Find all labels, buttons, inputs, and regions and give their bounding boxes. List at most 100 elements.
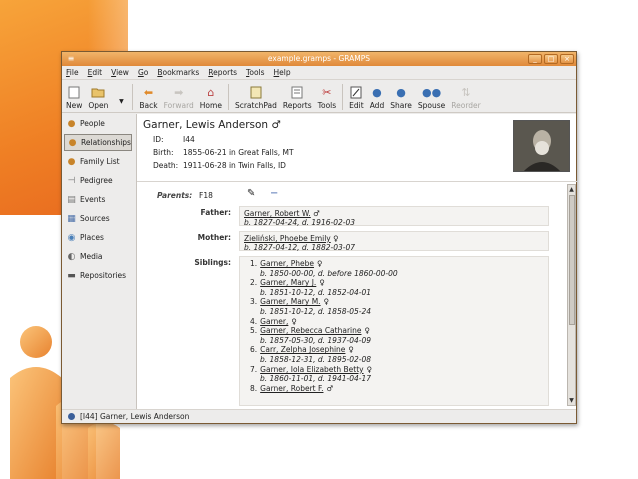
- id-label: ID:: [153, 135, 164, 144]
- open-dropdown-button[interactable]: ▼: [114, 94, 128, 110]
- vertical-scrollbar[interactable]: ▲ ▼: [567, 184, 576, 406]
- open-button[interactable]: Open: [88, 85, 108, 110]
- father-box[interactable]: Garner, Robert W. ♂ b. 1827-04-24, d. 19…: [239, 206, 549, 227]
- sibling-dates: b. 1858-12-31, d. 1895-02-08: [260, 354, 371, 364]
- sibling-number: 4.: [250, 316, 258, 326]
- places-icon: ◉: [67, 232, 76, 243]
- scrollbar-thumb[interactable]: [569, 195, 575, 325]
- sibling-name-link[interactable]: Carr, Zelpha Josephine: [260, 345, 345, 354]
- status-text: [I44] Garner, Lewis Anderson: [80, 412, 190, 421]
- sibling-number: 7.: [250, 364, 258, 374]
- remove-family-icon[interactable]: −: [270, 188, 278, 199]
- person-photo[interactable]: [513, 120, 570, 172]
- sibling-number: 1.: [250, 259, 258, 268]
- reorder-icon: ⇅: [461, 85, 471, 99]
- window-title: example.gramps - GRAMPS: [267, 54, 371, 63]
- sibling-dates: b. 1860-11-01, d. 1941-04-17: [260, 374, 371, 384]
- mother-box[interactable]: Zieliński, Phoebe Emily ♀ b. 1827-04-12,…: [239, 231, 549, 252]
- tools-button[interactable]: ✂ Tools: [318, 85, 336, 111]
- sibling-entry: 6. Carr, Zelpha Josephine ♀: [244, 345, 544, 355]
- spouse-button[interactable]: ●● Spouse: [418, 85, 445, 111]
- male-icon: ♂: [313, 209, 320, 218]
- female-icon: ♀: [333, 234, 339, 243]
- relationships-icon: ●: [68, 137, 77, 148]
- reorder-button[interactable]: ⇅ Reorder: [451, 85, 481, 111]
- parents-label: Parents:: [157, 191, 193, 200]
- edit-icon: [349, 85, 363, 99]
- scratchpad-button[interactable]: ScratchPad: [235, 85, 277, 110]
- sidebar-item-relationships[interactable]: ● Relationships: [64, 134, 132, 151]
- share-button[interactable]: ● Share: [390, 85, 412, 111]
- home-button[interactable]: ⌂ Home: [200, 85, 222, 111]
- add-button[interactable]: ● Add: [370, 85, 385, 111]
- events-icon: ▤: [67, 194, 76, 205]
- scratchpad-icon: [249, 85, 263, 99]
- new-button[interactable]: New: [66, 85, 82, 110]
- sibling-name-link[interactable]: Garner, Phebe: [260, 259, 314, 268]
- person-summary: ID: I44 Birth: 1855-06-21 in Great Falls…: [143, 133, 503, 177]
- menu-tools[interactable]: Tools: [246, 68, 264, 77]
- menu-file[interactable]: File: [66, 68, 79, 77]
- menu-help[interactable]: Help: [274, 68, 291, 77]
- sibling-number: 8.: [250, 383, 258, 393]
- sibling-name-link[interactable]: Garner, Robert F.: [260, 384, 323, 393]
- sidebar-item-events[interactable]: ▤ Events: [62, 190, 134, 209]
- menu-edit[interactable]: Edit: [88, 68, 103, 77]
- sibling-name-link[interactable]: Garner, Iola Elizabeth Betty: [260, 365, 363, 374]
- sidebar-item-repositories[interactable]: ▬ Repositories: [62, 266, 134, 285]
- sidebar-item-pedigree[interactable]: ⊣ Pedigree: [62, 171, 134, 190]
- menu-bookmarks[interactable]: Bookmarks: [157, 68, 199, 77]
- sidebar-item-family-list[interactable]: ● Family List: [62, 152, 134, 171]
- edit-family-icon[interactable]: ✎: [247, 188, 255, 199]
- toolbar: New Open ▼ ⬅ Back ➡ Forward ⌂ Home Scrat…: [62, 80, 576, 113]
- sibling-dates: b. 1857-05-30, d. 1937-04-09: [260, 335, 371, 345]
- chevron-down-icon: ▼: [119, 97, 124, 105]
- sibling-dates: b. 1850-00-00, d. before 1860-00-00: [260, 268, 398, 278]
- menu-reports[interactable]: Reports: [208, 68, 237, 77]
- minimize-button[interactable]: _: [528, 54, 542, 64]
- siblings-label: Siblings:: [194, 258, 231, 267]
- status-bar: [I44] Garner, Lewis Anderson: [62, 409, 576, 423]
- scroll-down-icon[interactable]: ▼: [568, 396, 575, 405]
- sibling-name-link[interactable]: Garner, Rebecca Catharine: [260, 326, 361, 335]
- sibling-name-link[interactable]: Garner,: [260, 317, 288, 326]
- sibling-entry: 8. Garner, Robert F. ♂: [244, 384, 544, 394]
- sibling-name-link[interactable]: Garner, Mary M.: [260, 297, 320, 306]
- parents-family-id: F18: [199, 191, 213, 200]
- sibling-entry: 3. Garner, Mary M. ♀: [244, 297, 544, 307]
- siblings-box: 1. Garner, Phebe ♀ b. 1850-00-00, d. before…: [239, 256, 549, 406]
- menu-view[interactable]: View: [111, 68, 129, 77]
- sources-icon: ▦: [67, 213, 76, 224]
- sibling-sex-icon: ♀: [319, 278, 325, 288]
- maximize-button[interactable]: □: [544, 54, 558, 64]
- father-name-link[interactable]: Garner, Robert W.: [244, 209, 311, 218]
- active-person-name[interactable]: Garner, Lewis Anderson ♂: [143, 119, 281, 131]
- reports-icon: [290, 85, 304, 99]
- sibling-number: 2.: [250, 278, 258, 288]
- sibling-entry: 4. Garner, ♀: [244, 317, 544, 327]
- sibling-sex-icon: ♀: [317, 259, 323, 268]
- reports-button[interactable]: Reports: [283, 85, 312, 110]
- edit-button[interactable]: Edit: [349, 85, 364, 110]
- sibling-name-link[interactable]: Garner, Mary J.: [260, 278, 316, 287]
- sibling-number: 6.: [250, 345, 258, 355]
- mother-dates: b. 1827-04-12, d. 1882-03-07: [244, 243, 355, 252]
- sidebar-item-places[interactable]: ◉ Places: [62, 228, 134, 247]
- sidebar-item-sources[interactable]: ▦ Sources: [62, 209, 134, 228]
- sibling-sex-icon: ♂: [326, 383, 334, 393]
- sibling-entry: 7. Garner, Iola Elizabeth Betty ♀: [244, 365, 544, 375]
- people-icon: ●: [67, 118, 76, 129]
- sidebar-item-people[interactable]: ● People: [62, 114, 134, 133]
- sibling-entry: 1. Garner, Phebe ♀: [244, 259, 544, 269]
- scroll-up-icon[interactable]: ▲: [568, 185, 575, 194]
- close-button[interactable]: ×: [560, 54, 574, 64]
- sibling-dates: b. 1851-10-12, d. 1852-04-01: [260, 287, 371, 297]
- sibling-sex-icon: ♀: [291, 316, 297, 326]
- family-list-icon: ●: [67, 156, 76, 167]
- sidebar-item-media[interactable]: ◐ Media: [62, 247, 134, 266]
- window-menu-icon[interactable]: ≡: [66, 54, 76, 64]
- forward-button[interactable]: ➡ Forward: [164, 85, 194, 111]
- back-button[interactable]: ⬅ Back: [139, 85, 157, 111]
- menu-go[interactable]: Go: [138, 68, 148, 77]
- mother-name-link[interactable]: Zieliński, Phoebe Emily: [244, 234, 331, 243]
